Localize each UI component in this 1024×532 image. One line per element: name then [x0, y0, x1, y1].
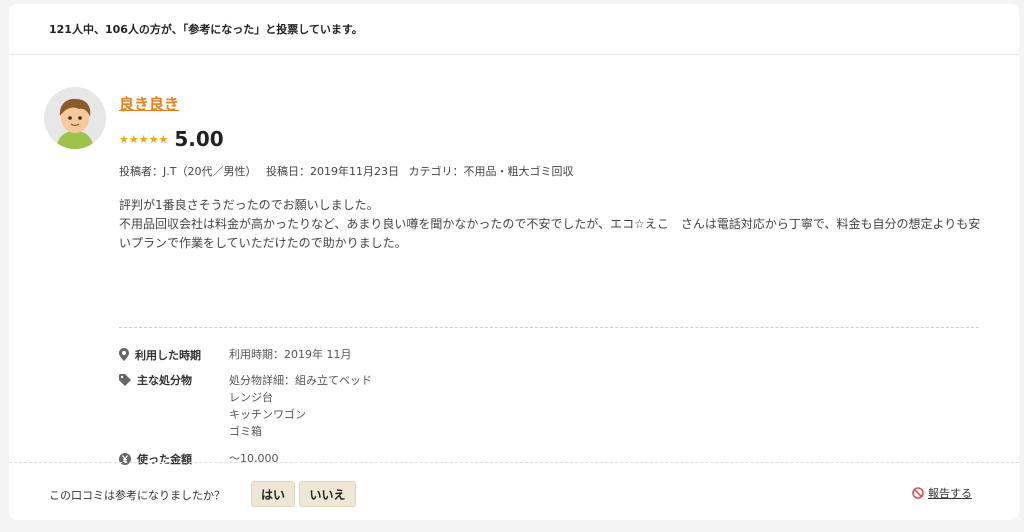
no-button[interactable]: いいえ [299, 481, 356, 507]
review-author: 投稿者：J.T（20代／男性） [119, 165, 257, 178]
location-pin-icon [119, 348, 129, 361]
review-paragraph: 評判が1番良さそうだったのでお願いしました。 [119, 198, 379, 212]
rating-score: 5.00 [174, 127, 224, 151]
review-body: 良き良き ★★★★★ 5.00 投稿者：J.T（20代／男性） 投稿日：2019… [9, 55, 1019, 466]
user-avatar-icon [44, 87, 106, 149]
items-label: 主な処分物 [137, 374, 192, 387]
rating: ★★★★★ 5.00 [119, 127, 224, 151]
avatar [44, 87, 106, 149]
detail-period: 利用した時期 利用時期：2019年 11月 [119, 346, 352, 363]
review-title-link[interactable]: 良き良き [119, 93, 179, 114]
vote-summary-text: 121人中、106人の方が、「参考になった」と投票しています。 [49, 23, 363, 36]
helpful-footer: この口コミは参考になりましたか？ はい いいえ 報告する [9, 462, 1019, 521]
star-rating-icon: ★★★★★ [119, 132, 169, 146]
detail-value: 利用時期：2019年 11月 [229, 346, 352, 363]
review-date: 投稿日：2019年11月23日 [265, 165, 399, 178]
tag-icon [119, 374, 131, 386]
report-label: 報告する [928, 487, 972, 500]
item-value: 処分物詳細：組み立てベッド [229, 374, 372, 387]
detail-label: 利用した時期 [119, 346, 229, 363]
review-meta: 投稿者：J.T（20代／男性） 投稿日：2019年11月23日 カテゴリ：不用品… [119, 163, 579, 179]
detail-label: 主な処分物 [119, 372, 229, 440]
report-link[interactable]: 報告する [912, 485, 972, 501]
detail-value: 処分物詳細：組み立てベッド レンジ台 キッチンワゴン ゴミ箱 [229, 372, 372, 440]
divider [119, 327, 979, 328]
review-paragraph: 不用品回収会社は料金が高かったりなど、あまり良い噂を聞かなかったので不安でしたが… [119, 217, 981, 250]
prohibited-icon [912, 487, 924, 499]
yes-button[interactable]: はい [251, 481, 295, 507]
item-value: レンジ台 [229, 391, 273, 404]
helpful-question: この口コミは参考になりましたか？ [49, 489, 225, 502]
period-value: 利用時期：2019年 11月 [229, 348, 352, 361]
review-category: カテゴリ：不用品・粗大ゴミ回収 [408, 165, 574, 178]
item-value: キッチンワゴン [229, 408, 306, 421]
review-text: 評判が1番良さそうだったのでお願いしました。 不用品回収会社は料金が高かったりな… [119, 196, 989, 253]
detail-items: 主な処分物 処分物詳細：組み立てベッド レンジ台 キッチンワゴン ゴミ箱 [119, 372, 372, 440]
vote-summary-bar: 121人中、106人の方が、「参考になった」と投票しています。 [9, 4, 1019, 55]
item-value: ゴミ箱 [229, 425, 262, 438]
review-card: 121人中、106人の方が、「参考になった」と投票しています。 良き良き ★★★… [9, 4, 1019, 520]
period-label: 利用した時期 [135, 348, 201, 362]
